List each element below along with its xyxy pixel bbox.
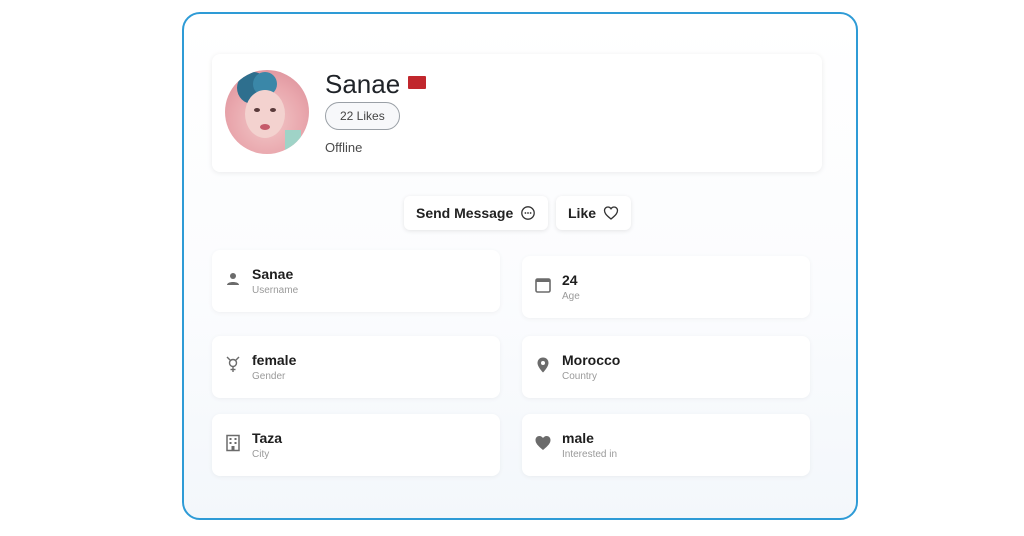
location-pin-icon (534, 356, 552, 374)
country-value: Morocco (562, 352, 621, 368)
detail-card-country: Morocco Country (522, 336, 810, 398)
person-icon (224, 270, 242, 288)
action-bar: Send Message Like (184, 196, 856, 232)
country-label: Country (562, 371, 598, 382)
gender-icon (224, 356, 242, 374)
profile-frame: Sanae 22 Likes Offline Send Message Like (182, 12, 858, 520)
country-flag-icon (408, 76, 427, 89)
like-button[interactable]: Like (556, 196, 632, 230)
profile-name-text: Sanae (325, 69, 401, 99)
detail-card-gender: female Gender (212, 336, 500, 398)
online-status: Offline (325, 140, 363, 155)
detail-card-city: Taza City (212, 414, 500, 476)
city-value: Taza (252, 430, 283, 446)
likes-badge: 22 Likes (325, 102, 400, 130)
detail-card-interested-in: male Interested in (522, 414, 810, 476)
profile-card: Sanae 22 Likes Offline (212, 54, 822, 172)
calendar-icon (534, 276, 552, 294)
heart-icon (534, 434, 552, 452)
detail-card-age: 24 Age (522, 256, 810, 318)
age-value: 24 (562, 272, 578, 288)
username-value: Sanae (252, 266, 294, 282)
username-label: Username (252, 285, 299, 296)
detail-card-username: Sanae Username (212, 250, 500, 312)
city-label: City (252, 449, 270, 460)
interested-in-label: Interested in (562, 449, 618, 460)
avatar[interactable] (225, 70, 309, 154)
send-message-button[interactable]: Send Message (404, 196, 549, 230)
age-label: Age (562, 291, 580, 302)
gender-value: female (252, 352, 297, 368)
like-label: Like (568, 205, 597, 221)
gender-label: Gender (252, 371, 286, 382)
profile-name: Sanae (325, 69, 427, 100)
interested-in-value: male (562, 430, 594, 446)
heart-outline-icon (603, 205, 619, 221)
send-message-label: Send Message (416, 205, 514, 221)
chat-bubble-icon (520, 205, 536, 221)
building-icon (224, 434, 242, 452)
